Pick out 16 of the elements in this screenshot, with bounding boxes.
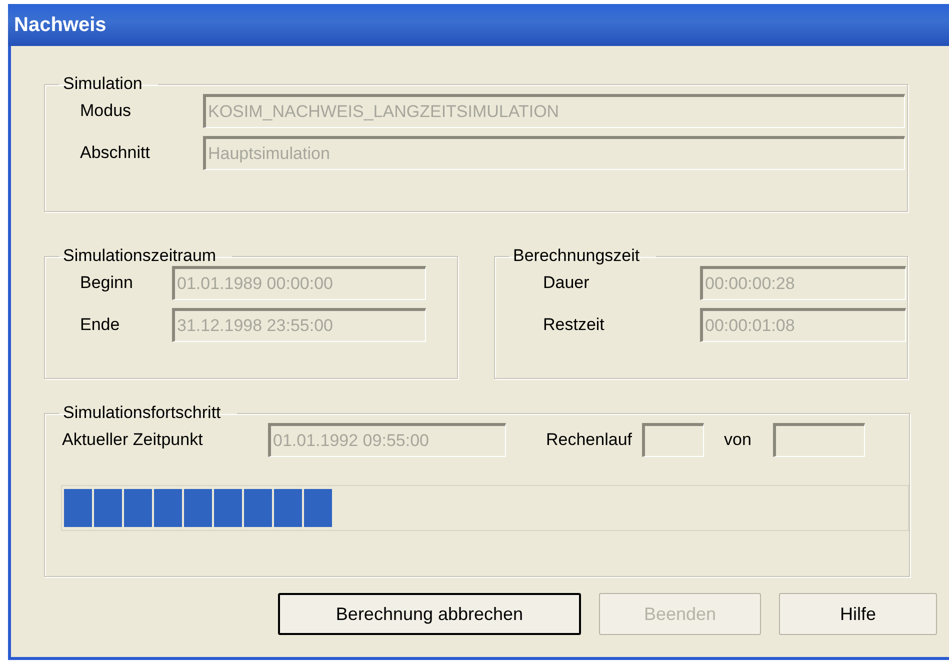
dialog-button[interactable]: Hilfe — [779, 593, 937, 635]
group-title: Berechnungszeit — [512, 246, 641, 266]
field-label: Restzeit — [542, 315, 606, 335]
dialog-button[interactable]: Berechnung abbrechen — [278, 593, 581, 635]
field-label: Modus — [79, 101, 132, 121]
group-title: Simulation — [62, 74, 144, 94]
field-label: Ende — [79, 315, 121, 335]
group-title: Simulationszeitraum — [62, 246, 218, 266]
field-label: Abschnitt — [79, 143, 151, 163]
field-label: Beginn — [79, 273, 134, 293]
field-label: Aktueller Zeitpunkt — [61, 430, 204, 450]
field-label: Rechenlauf — [546, 430, 632, 450]
group-title: Simulationsfortschritt — [62, 403, 222, 423]
field-label: von — [724, 430, 752, 450]
window-title: Nachweis — [14, 14, 106, 36]
field-label: Dauer — [542, 273, 590, 293]
